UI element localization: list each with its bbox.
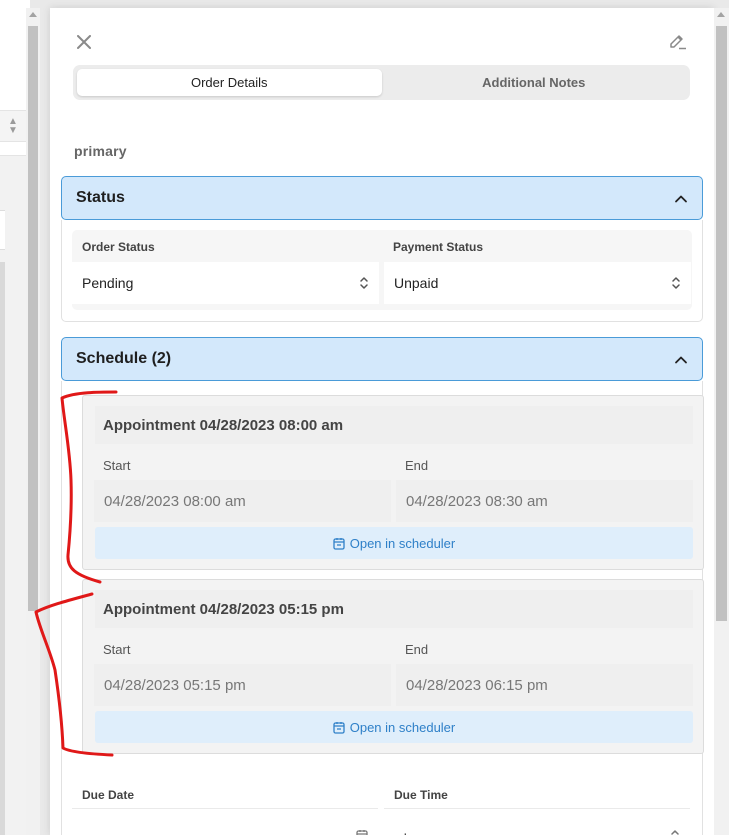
end-label: End: [405, 458, 429, 473]
tab-order-details[interactable]: Order Details: [77, 69, 382, 96]
chevron-up-icon: [675, 195, 687, 202]
close-button[interactable]: [72, 30, 96, 54]
schedule-section-header[interactable]: Schedule (2): [61, 337, 703, 381]
appointment-title: Appointment 04/28/2023 05:15 pm: [95, 590, 693, 628]
due-time-value: --:-- --: [394, 828, 430, 835]
calendar-icon: [333, 721, 345, 734]
payment-status-label: Payment Status: [393, 240, 484, 254]
order-status-select[interactable]: Pending: [72, 262, 379, 304]
start-date-field[interactable]: 04/28/2023 05:15 pm: [94, 664, 391, 706]
sort-icon[interactable]: ▲ ▼: [6, 117, 20, 136]
due-date-field[interactable]: [72, 808, 378, 835]
select-arrows-icon: [672, 277, 680, 289]
open-in-scheduler-label: Open in scheduler: [349, 719, 456, 735]
chevron-up-icon: [675, 356, 687, 363]
order-details-panel: Order Details Additional Notes primary S…: [50, 8, 714, 835]
appointment-card: Appointment 04/28/2023 05:15 pm Start En…: [82, 579, 704, 754]
select-arrows-icon: [671, 829, 679, 835]
status-section-title: Status: [76, 189, 125, 206]
calendar-icon: [333, 537, 345, 550]
appointment-title: Appointment 04/28/2023 08:00 am: [95, 406, 693, 444]
background-table-row: [0, 210, 5, 250]
open-in-scheduler-label: Open in scheduler: [349, 535, 456, 551]
open-in-scheduler-button[interactable]: Open in scheduler: [95, 711, 693, 743]
tab-additional-notes[interactable]: Additional Notes: [382, 69, 687, 96]
primary-label: primary: [74, 143, 127, 159]
due-time-field[interactable]: --:-- --: [384, 808, 690, 835]
tab-bar: Order Details Additional Notes: [73, 65, 690, 100]
order-status-label: Order Status: [82, 240, 155, 254]
schedule-section-title: Schedule (2): [76, 350, 172, 367]
status-section-header[interactable]: Status: [61, 176, 703, 220]
open-in-scheduler-button[interactable]: Open in scheduler: [95, 527, 693, 559]
start-label: Start: [103, 458, 131, 473]
panel-scrollbar-thumb[interactable]: [716, 26, 727, 621]
calendar-icon: [356, 830, 368, 835]
status-fields: Order Status Pending Payment Status Unpa…: [72, 230, 692, 310]
select-arrows-icon: [360, 277, 368, 289]
payment-status-select[interactable]: Unpaid: [384, 262, 691, 304]
payment-status-value: Unpaid: [394, 275, 439, 291]
background-scrollbar-thumb[interactable]: [28, 26, 38, 611]
due-date-label: Due Date: [82, 788, 135, 802]
edit-button[interactable]: [666, 30, 690, 54]
scroll-up-arrow-icon[interactable]: [717, 12, 725, 17]
end-date-field[interactable]: 04/28/2023 08:30 am: [396, 480, 693, 522]
end-label: End: [405, 642, 429, 657]
order-status-value: Pending: [82, 275, 134, 291]
pencil-icon: [670, 35, 686, 50]
start-date-field[interactable]: 04/28/2023 08:00 am: [94, 480, 391, 522]
schedule-section-body: Appointment 04/28/2023 08:00 am Start En…: [61, 381, 704, 835]
start-label: Start: [103, 642, 131, 657]
scroll-up-arrow-icon[interactable]: [29, 12, 37, 17]
appointment-card: Appointment 04/28/2023 08:00 am Start En…: [82, 395, 704, 570]
due-time-label: Due Time: [394, 788, 448, 802]
end-date-field[interactable]: 04/28/2023 06:15 pm: [396, 664, 693, 706]
close-icon: [77, 35, 91, 49]
status-section-body: Order Status Pending Payment Status Unpa…: [61, 220, 703, 322]
background-table-column: [0, 262, 5, 835]
